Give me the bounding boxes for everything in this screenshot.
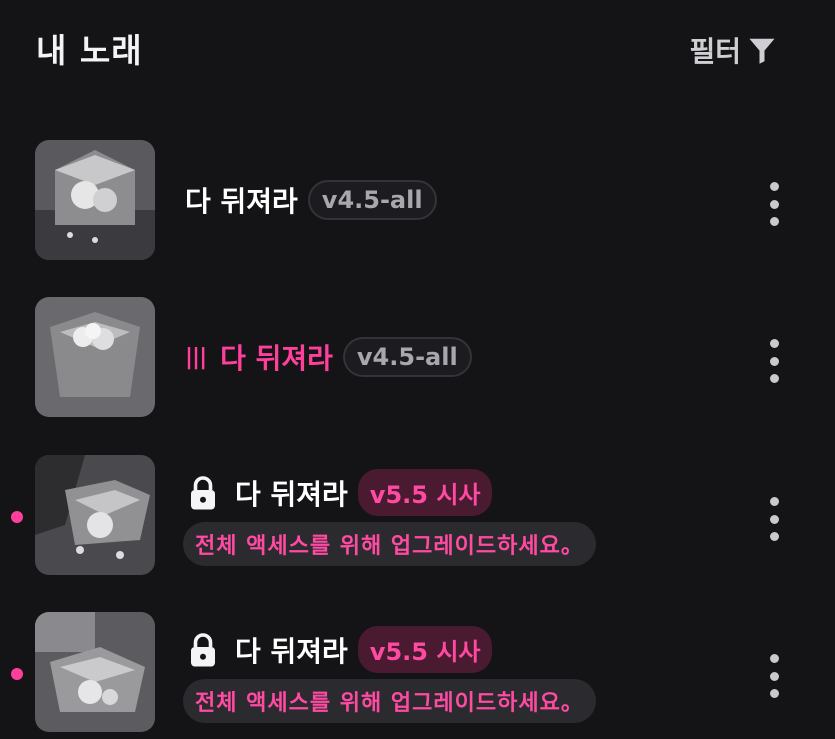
now-playing-icon: |||	[185, 344, 207, 370]
new-indicator-dot	[11, 668, 23, 680]
funnel-icon	[749, 38, 775, 64]
song-cover-image[interactable]	[35, 140, 155, 260]
more-options-icon[interactable]	[764, 339, 784, 383]
more-options-icon[interactable]	[764, 182, 784, 226]
filter-button[interactable]: 필터	[689, 30, 777, 70]
song-row: 다 뒤져라 v5.5 시사	[185, 469, 493, 516]
page-title: 내 노래	[36, 31, 143, 70]
version-badge: v4.5-all	[307, 180, 437, 220]
new-indicator-dot	[11, 511, 23, 523]
upgrade-prompt[interactable]: 전체 액세스를 위해 업그레이드하세요。	[183, 679, 596, 723]
song-cover-image[interactable]	[35, 612, 155, 732]
more-options-icon[interactable]	[764, 654, 784, 698]
upgrade-prompt[interactable]: 전체 액세스를 위해 업그레이드하세요。	[183, 522, 596, 566]
more-options-icon[interactable]	[764, 497, 784, 541]
song-row: 다 뒤져라 v5.5 시사	[185, 626, 493, 673]
song-title[interactable]: 다 뒤져라	[235, 473, 348, 513]
song-title[interactable]: 다 뒤져라	[185, 180, 298, 220]
lock-icon	[191, 475, 215, 509]
version-badge: v5.5 시사	[357, 626, 493, 673]
song-title[interactable]: 다 뒤져라	[235, 630, 348, 670]
song-row: ||| 다 뒤져라 v4.5-all	[185, 337, 472, 377]
version-badge: v4.5-all	[342, 337, 472, 377]
song-cover-image[interactable]	[35, 297, 155, 417]
header: 내 노래 필터	[0, 0, 835, 100]
version-badge: v5.5 시사	[357, 469, 493, 516]
song-row: 다 뒤져라 v4.5-all	[185, 180, 437, 220]
song-title[interactable]: 다 뒤져라	[220, 337, 333, 377]
filter-label: 필터	[689, 35, 741, 68]
song-cover-image[interactable]	[35, 455, 155, 575]
lock-icon	[191, 632, 215, 666]
